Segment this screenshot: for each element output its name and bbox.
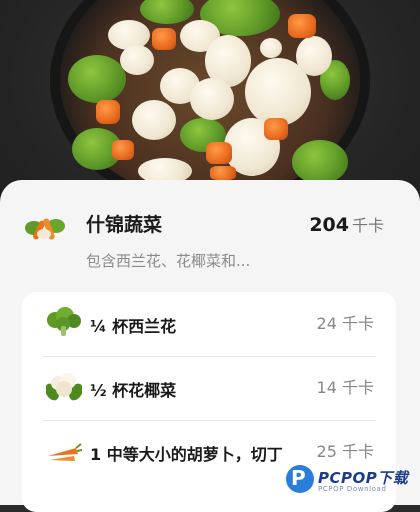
dish-calories-value: 204 — [309, 214, 349, 236]
dish-detail-card: 什锦蔬菜 204 千卡 包含西兰花、花椰菜和... ¼ 杯西兰花 24 千卡 ½… — [0, 180, 420, 512]
dish-summary[interactable]: 什锦蔬菜 204 千卡 包含西兰花、花椰菜和... — [22, 202, 398, 282]
ingredient-calories: 25 千卡 — [316, 442, 374, 461]
watermark: P PCPOP下载 PCPOP Download — [286, 463, 414, 497]
ingredient-label: 1 中等大小的胡萝卜，切丁 — [90, 445, 283, 464]
dish-calories-unit: 千卡 — [351, 216, 384, 235]
cauliflower-icon — [46, 373, 82, 401]
watermark-logo: P — [286, 465, 314, 493]
ingredient-row[interactable]: ¼ 杯西兰花 24 千卡 — [22, 292, 396, 356]
dish-title: 什锦蔬菜 — [86, 214, 163, 236]
dish-calories: 204 千卡 — [309, 212, 384, 236]
watermark-subtext: PCPOP Download — [318, 485, 387, 493]
ingredient-calories: 24 千卡 — [316, 314, 374, 333]
ingredient-calories: 14 千卡 — [316, 378, 374, 397]
watermark-logo-letter: P — [291, 466, 306, 490]
broccoli-icon — [47, 307, 81, 336]
ingredient-row[interactable]: ½ 杯花椰菜 14 千卡 — [22, 356, 396, 420]
mixed-vegetables-icon — [25, 218, 65, 240]
carrot-icon — [48, 443, 82, 461]
ingredient-label: ½ 杯花椰菜 — [90, 381, 177, 400]
ingredient-label: ¼ 杯西兰花 — [90, 317, 177, 336]
dish-description: 包含西兰花、花椰菜和... — [86, 252, 251, 270]
